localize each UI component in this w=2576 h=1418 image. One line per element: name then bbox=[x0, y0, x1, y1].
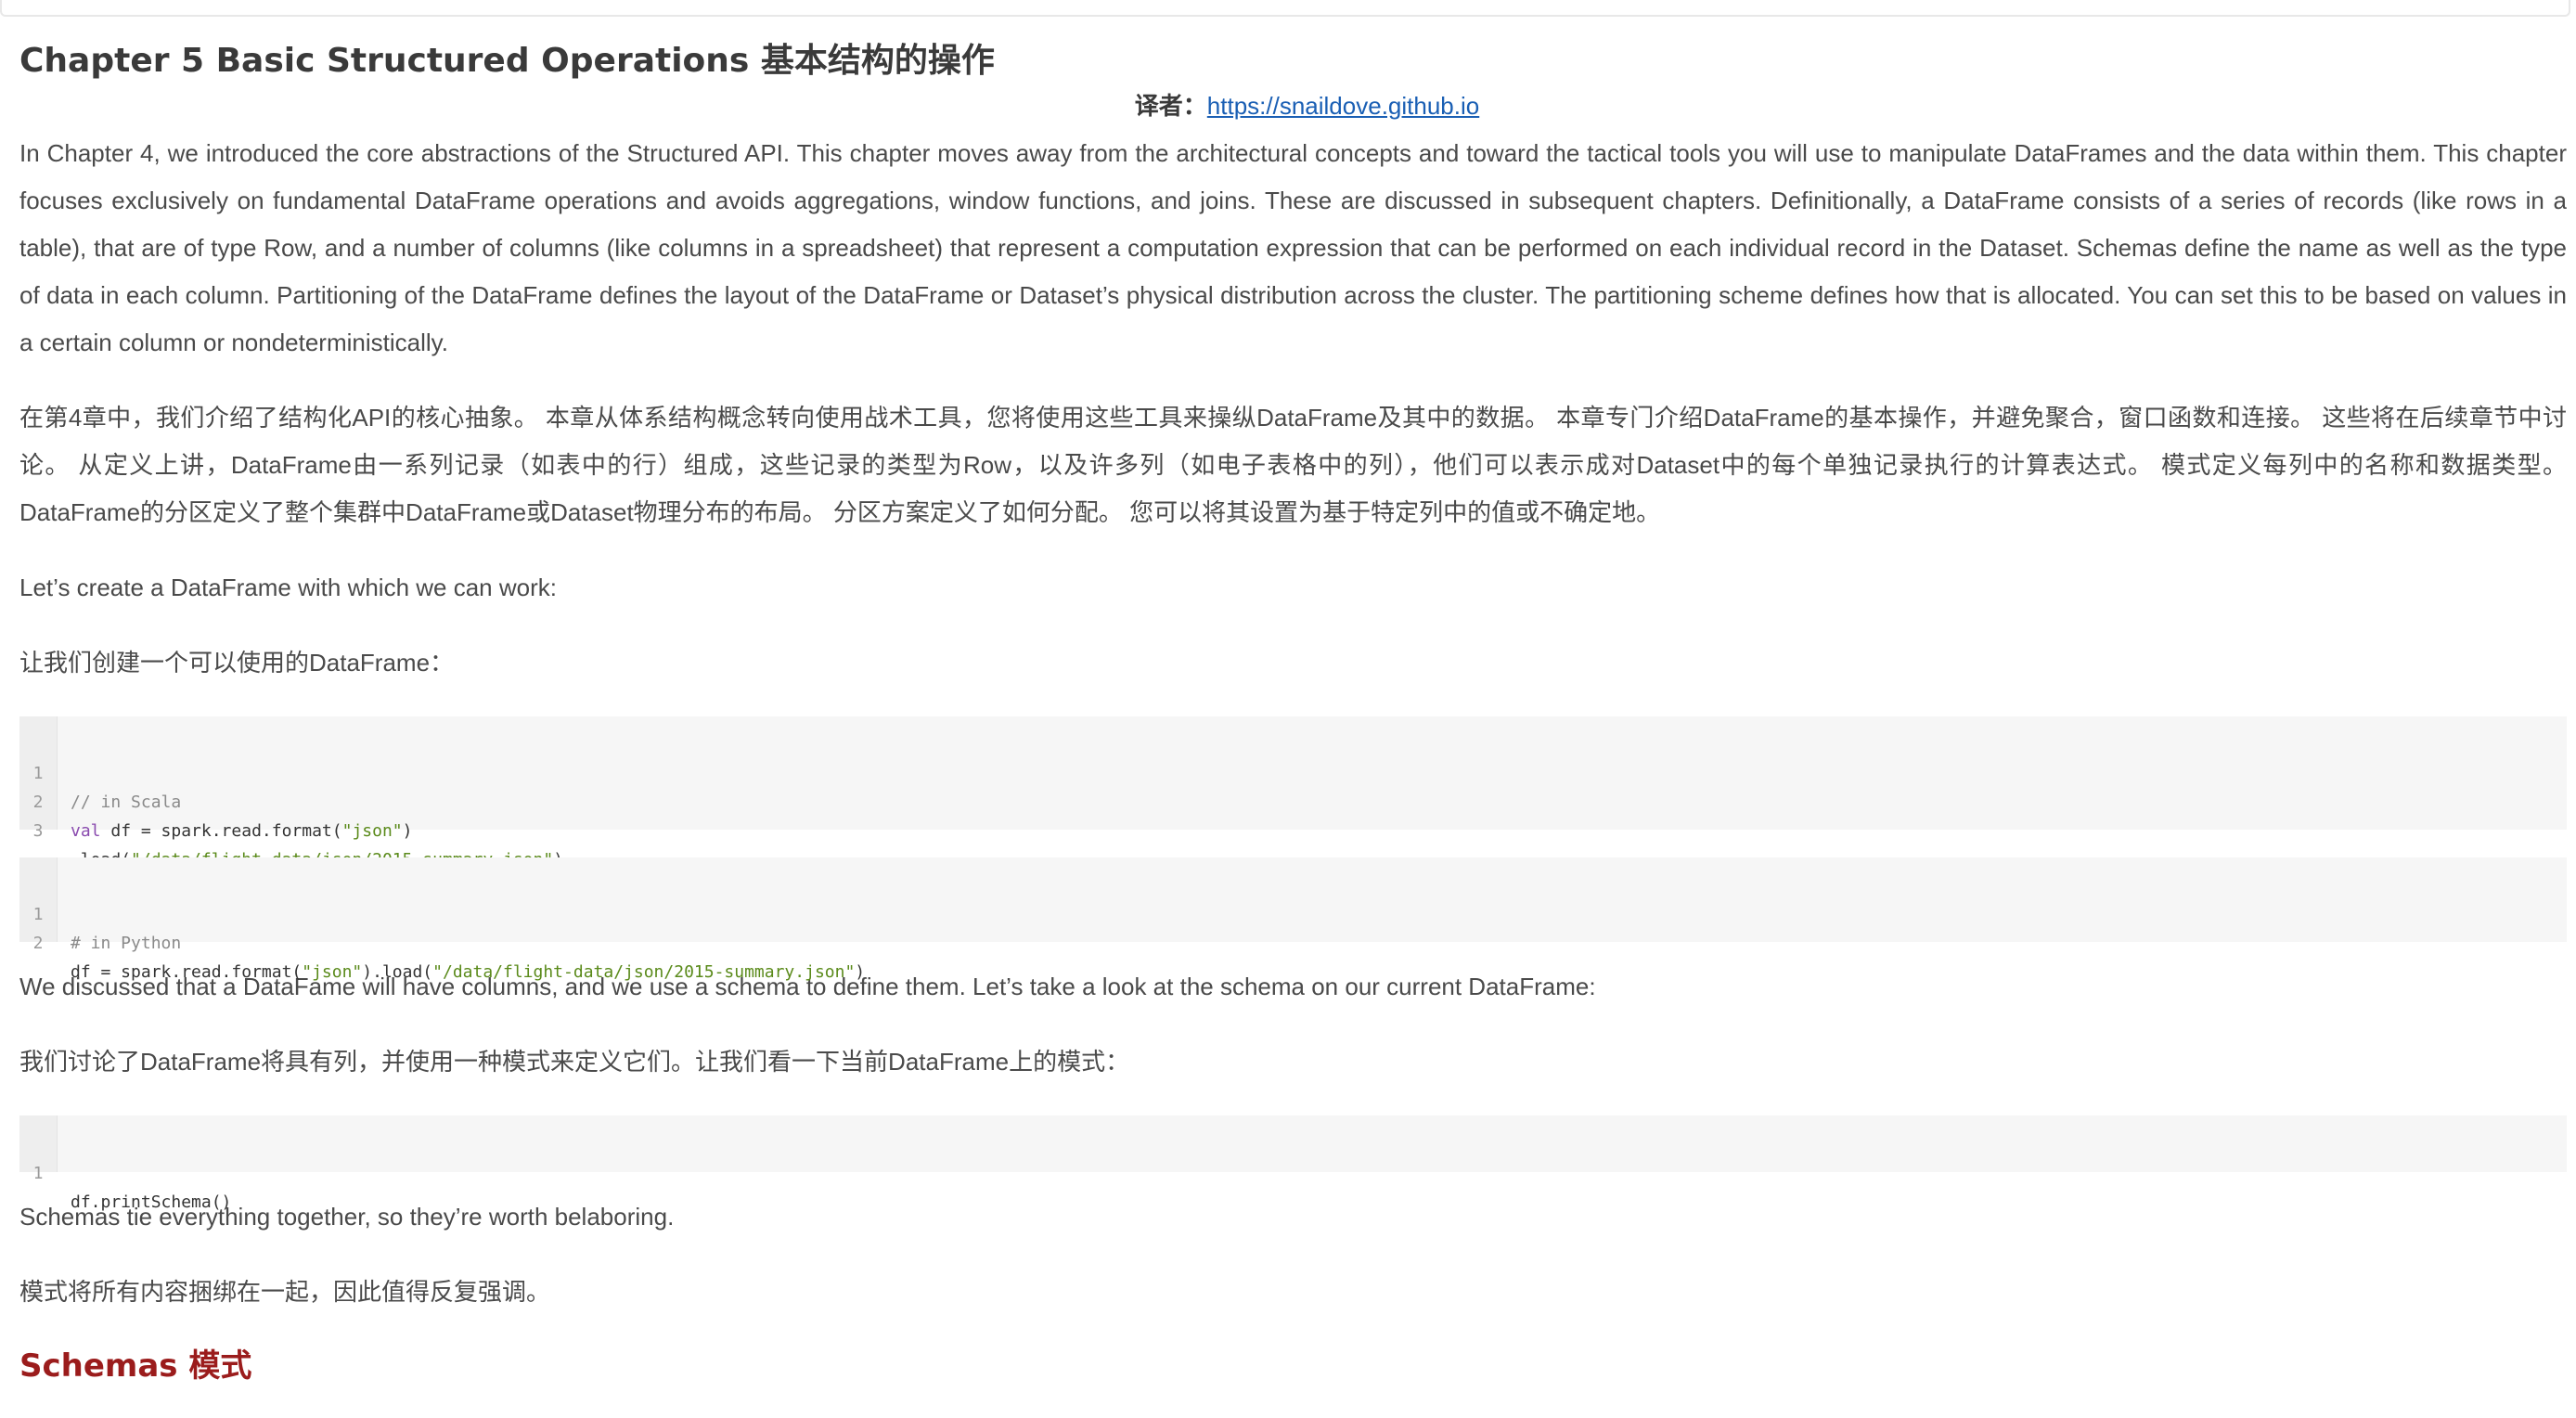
code-string: "json" bbox=[341, 821, 403, 841]
article-content: Chapter 5 Basic Structured Operations 基本… bbox=[19, 32, 2567, 1394]
code-string: "/data/flight-data/json/2015-summary.jso… bbox=[432, 962, 856, 982]
translator-label: 译者： bbox=[1134, 92, 1207, 120]
code-line: 3 .load("/data/flight-data/json/2015-sum… bbox=[19, 788, 2567, 870]
code-line: 1 df.printSchema() bbox=[19, 1130, 2567, 1212]
line-number: 3 bbox=[32, 821, 44, 841]
schema-paragraph-zh: 我们讨论了DataFrame将具有列，并使用一种模式来定义它们。让我们看一下当前… bbox=[19, 1048, 1130, 1076]
code-line: 2 df = spark.read.format("json").load("/… bbox=[19, 900, 2567, 982]
code-block-print-schema[interactable]: 1 df.printSchema() bbox=[19, 1115, 2567, 1212]
tie-paragraph-en: Schemas tie everything together, so they… bbox=[19, 1203, 675, 1231]
code-line: 1 // in Scala bbox=[19, 730, 2567, 812]
create-paragraph-zh: 让我们创建一个可以使用的DataFrame： bbox=[19, 649, 455, 677]
code-text: ) bbox=[402, 821, 413, 841]
code-text: ).load( bbox=[362, 962, 433, 982]
code-block-python[interactable]: 1 # in Python 2 df = spark.read.format("… bbox=[19, 857, 2567, 982]
code-line: 2 val df = spark.read.format("json") bbox=[19, 759, 2567, 841]
code-comment: # in Python bbox=[71, 934, 182, 953]
code-text: df.printSchema() bbox=[71, 1192, 232, 1212]
chapter-title: Chapter 5 Basic Structured Operations 基本… bbox=[19, 42, 995, 80]
intro-paragraph-en: In Chapter 4, we introduced the core abs… bbox=[19, 139, 2567, 356]
code-text: df = spark.read.format( bbox=[71, 962, 303, 982]
translator-line: 译者：https://snaildove.github.io bbox=[19, 89, 2567, 122]
line-number: 1 bbox=[32, 1164, 44, 1183]
code-line: 1 # in Python bbox=[19, 871, 2567, 953]
code-string: "json" bbox=[302, 962, 363, 982]
create-paragraph-en: Let’s create a DataFrame with which we c… bbox=[19, 574, 557, 601]
line-number: 2 bbox=[32, 934, 44, 953]
translator-link[interactable]: https://snaildove.github.io bbox=[1207, 92, 1479, 120]
tie-paragraph-zh: 模式将所有内容捆绑在一起，因此值得反复强调。 bbox=[19, 1278, 551, 1306]
code-text: ) bbox=[855, 962, 866, 982]
top-container-edge bbox=[0, 0, 2570, 17]
intro-paragraph-zh: 在第4章中，我们介绍了结构化API的核心抽象。 本章从体系结构概念转向使用战术工… bbox=[19, 404, 2567, 526]
code-text: df = spark.read.format( bbox=[100, 821, 342, 841]
section-heading-schemas: Schemas 模式 bbox=[19, 1347, 252, 1385]
code-block-scala[interactable]: 1 // in Scala 2 val df = spark.read.form… bbox=[19, 716, 2567, 870]
